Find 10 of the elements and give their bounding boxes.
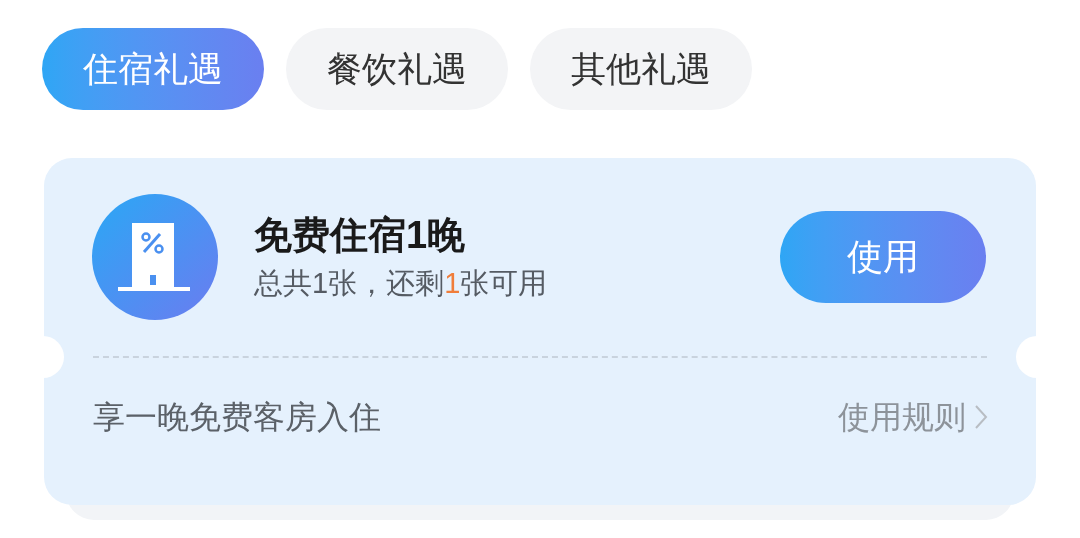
- coupon-title: 免费住宿1晚: [254, 213, 467, 258]
- category-tab[interactable]: 住宿礼遇: [42, 28, 264, 110]
- category-tab[interactable]: 其他礼遇: [530, 28, 752, 110]
- coupon-description: 享一晚免费客房入住: [93, 398, 381, 437]
- use-button[interactable]: 使用: [780, 211, 986, 303]
- rules-link[interactable]: 使用规则: [838, 393, 988, 441]
- hotel-icon: [92, 194, 218, 320]
- category-tab[interactable]: 餐饮礼遇: [286, 28, 508, 110]
- coupon-count: 总共1张，还剩1张可用: [254, 266, 549, 301]
- chevron-right-icon: [974, 404, 988, 430]
